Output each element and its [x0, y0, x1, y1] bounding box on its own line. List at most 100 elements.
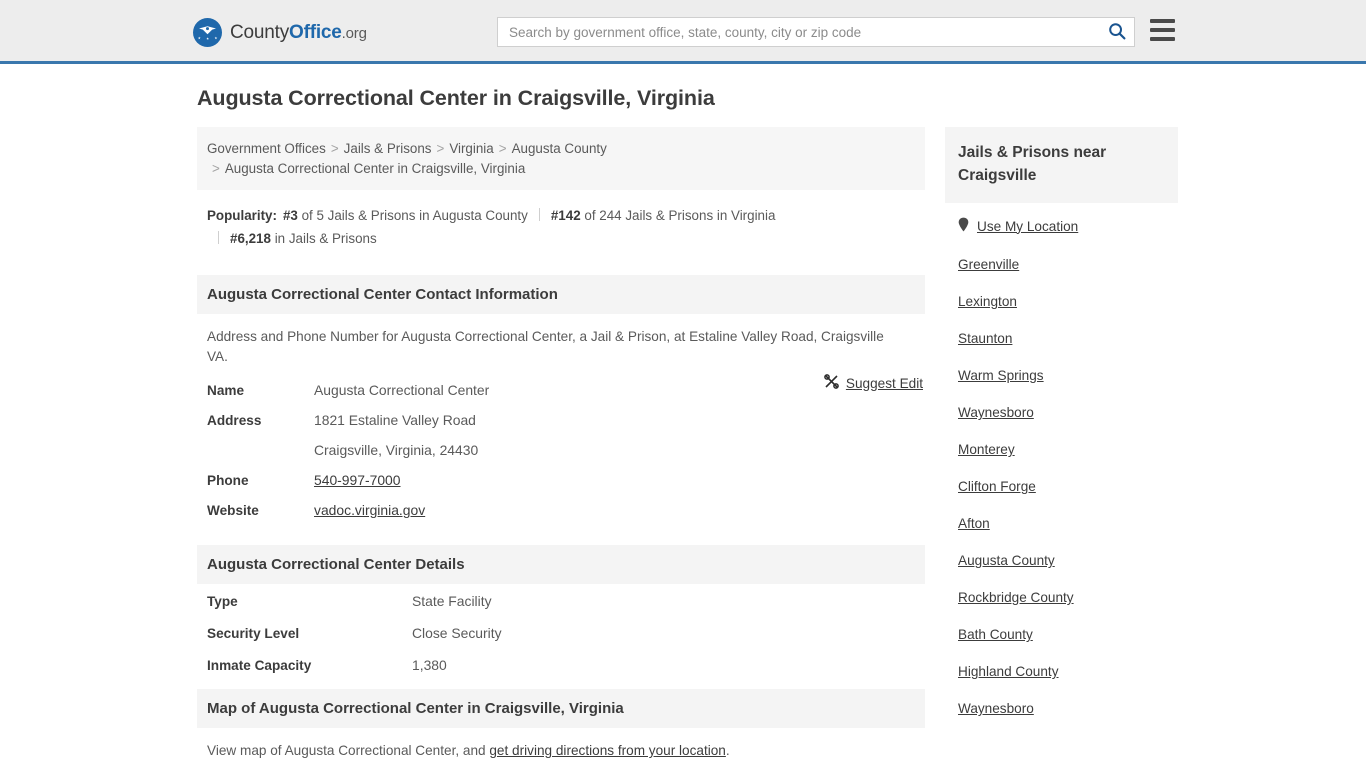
details-row-security-level: Security Level Close Security — [207, 625, 915, 641]
sidebar-item-bath-county[interactable]: Bath County — [958, 627, 1178, 642]
sidebar-link-5[interactable]: Monterey — [958, 442, 1015, 457]
details-key-type: Type — [207, 594, 238, 609]
menu-bar-3 — [1150, 37, 1175, 41]
breadcrumb-separator: > — [436, 141, 445, 156]
logo-text-org: .org — [341, 25, 367, 42]
popularity-divider — [218, 231, 219, 244]
map-section-heading: Map of Augusta Correctional Center in Cr… — [197, 689, 925, 728]
sidebar-link-0[interactable]: Greenville — [958, 257, 1019, 272]
popularity-section: Popularity: #3 of 5 Jails & Prisons in Au… — [197, 190, 925, 260]
contact-value-address-line1: 1821 Estaline Valley Road — [314, 412, 476, 428]
search-input[interactable] — [498, 18, 1100, 46]
popularity-text-2: in Jails & Prisons — [274, 231, 377, 246]
popularity-divider — [538, 208, 540, 221]
page-body: Augusta Correctional Center in Craigsvil… — [0, 64, 1366, 761]
popularity-rank-0: #3 — [282, 208, 298, 223]
suggest-edit-button[interactable]: Suggest Edit — [824, 374, 923, 392]
logo-text-county: County — [230, 22, 290, 43]
website-link[interactable]: vadoc.virginia.gov — [314, 502, 425, 518]
sidebar-heading: Jails & Prisons near Craigsville — [945, 127, 1178, 203]
sidebar-item-waynesboro-2[interactable]: Waynesboro — [958, 701, 1178, 716]
breadcrumb-item-2[interactable]: Virginia — [449, 141, 493, 156]
popularity-rank-2: #6,218 — [230, 231, 271, 246]
eagle-shield-logo-icon — [193, 18, 222, 47]
edit-suggest-icon — [824, 374, 839, 392]
popularity-label: Popularity: — [207, 208, 277, 223]
contact-row-name: Name Augusta Correctional Center — [207, 382, 915, 398]
search-button[interactable] — [1100, 18, 1134, 46]
details-key-inmate-capacity: Inmate Capacity — [207, 658, 312, 673]
map-note: View map of Augusta Correctional Center,… — [197, 728, 925, 761]
page-title: Augusta Correctional Center in Craigsvil… — [197, 86, 715, 110]
contact-fields: Suggest Edit Name Augusta Correctional C… — [197, 373, 925, 518]
details-section-heading: Augusta Correctional Center Details — [197, 545, 925, 584]
breadcrumb-item-1[interactable]: Jails & Prisons — [344, 141, 432, 156]
contact-row-address: Address 1821 Estaline Valley Road — [207, 412, 915, 428]
breadcrumb-item-4[interactable]: Augusta Correctional Center in Craigsvil… — [225, 161, 525, 176]
popularity-text-1: of 244 Jails & Prisons in Virginia — [584, 208, 776, 223]
sidebar-link-10[interactable]: Bath County — [958, 627, 1033, 642]
sidebar-link-9[interactable]: Rockbridge County — [958, 590, 1074, 605]
sidebar-item-monterey[interactable]: Monterey — [958, 442, 1178, 457]
sidebar: Jails & Prisons near Craigsville Use My … — [945, 127, 1178, 738]
contact-row-address-line2: Address Craigsville, Virginia, 24430 — [207, 442, 915, 458]
popularity-text-0: of 5 Jails & Prisons in Augusta County — [301, 208, 528, 223]
details-value-inmate-capacity: 1,380 — [412, 657, 447, 673]
contact-value-name: Augusta Correctional Center — [314, 382, 490, 398]
sidebar-item-greenville[interactable]: Greenville — [958, 257, 1178, 272]
details-value-type: State Facility — [412, 593, 492, 609]
sidebar-item-lexington[interactable]: Lexington — [958, 294, 1178, 309]
phone-link[interactable]: 540-997-7000 — [314, 472, 401, 488]
breadcrumb-separator: > — [498, 141, 507, 156]
sidebar-item-clifton-forge[interactable]: Clifton Forge — [958, 479, 1178, 494]
sidebar-link-8[interactable]: Augusta County — [958, 553, 1055, 568]
logo-text-office: Office — [289, 22, 342, 43]
menu-bar-1 — [1150, 19, 1175, 23]
details-row-inmate-capacity: Inmate Capacity 1,380 — [207, 657, 915, 673]
details-key-security-level: Security Level — [207, 626, 300, 641]
breadcrumb-separator: > — [330, 141, 339, 156]
popularity-rank-1: #142 — [550, 208, 581, 223]
contact-value-address-line2: Craigsville, Virginia, 24430 — [314, 442, 479, 458]
contact-key-address: Address — [207, 413, 262, 428]
contact-row-phone: Phone 540-997-7000 — [207, 472, 915, 488]
menu-bar-2 — [1150, 28, 1175, 32]
driving-directions-link[interactable]: get driving directions from your locatio… — [489, 743, 726, 758]
sidebar-link-3[interactable]: Warm Springs — [958, 368, 1044, 383]
sidebar-link-4[interactable]: Waynesboro — [958, 405, 1034, 420]
breadcrumb-item-0[interactable]: Government Offices — [207, 141, 326, 156]
map-pin-icon — [958, 217, 969, 235]
search-box — [497, 17, 1135, 47]
contact-key-website: Website — [207, 503, 259, 518]
sidebar-link-1[interactable]: Lexington — [958, 294, 1017, 309]
sidebar-link-7[interactable]: Afton — [958, 516, 990, 531]
sidebar-item-rockbridge-county[interactable]: Rockbridge County — [958, 590, 1178, 605]
sidebar-item-warm-springs[interactable]: Warm Springs — [958, 368, 1178, 383]
breadcrumb-separator: > — [212, 161, 220, 176]
use-my-location-link[interactable]: Use My Location — [977, 219, 1078, 234]
suggest-edit-label: Suggest Edit — [845, 375, 923, 391]
sidebar-link-11[interactable]: Highland County — [958, 664, 1059, 679]
sidebar-item-afton[interactable]: Afton — [958, 516, 1178, 531]
contact-key-phone: Phone — [207, 473, 249, 488]
content-container: Augusta Correctional Center in Craigsvil… — [188, 64, 1178, 761]
hamburger-menu-icon[interactable] — [1150, 19, 1175, 41]
main-content-column: Government Offices > Jails & Prisons > Virgi… — [197, 127, 925, 761]
search-icon — [1108, 22, 1126, 43]
sidebar-item-staunton[interactable]: Staunton — [958, 331, 1178, 346]
sidebar-link-12[interactable]: Waynesboro — [958, 701, 1034, 716]
details-row-type: Type State Facility — [207, 593, 915, 609]
contact-row-website: Website vadoc.virginia.gov — [207, 502, 915, 518]
two-column-layout: Government Offices > Jails & Prisons > Virgi… — [188, 127, 1178, 761]
contact-section-heading: Augusta Correctional Center Contact Info… — [197, 275, 925, 314]
site-header: CountyOffice.org — [0, 0, 1366, 64]
map-note-suffix: . — [725, 743, 730, 758]
sidebar-link-6[interactable]: Clifton Forge — [958, 479, 1036, 494]
site-logo[interactable]: CountyOffice.org — [193, 18, 367, 47]
sidebar-link-2[interactable]: Staunton — [958, 331, 1012, 346]
sidebar-item-highland-county[interactable]: Highland County — [958, 664, 1178, 679]
sidebar-item-waynesboro[interactable]: Waynesboro — [958, 405, 1178, 420]
breadcrumb-item-3[interactable]: Augusta County — [512, 141, 607, 156]
sidebar-item-augusta-county[interactable]: Augusta County — [958, 553, 1178, 568]
sidebar-item-use-my-location[interactable]: Use My Location — [958, 217, 1178, 235]
